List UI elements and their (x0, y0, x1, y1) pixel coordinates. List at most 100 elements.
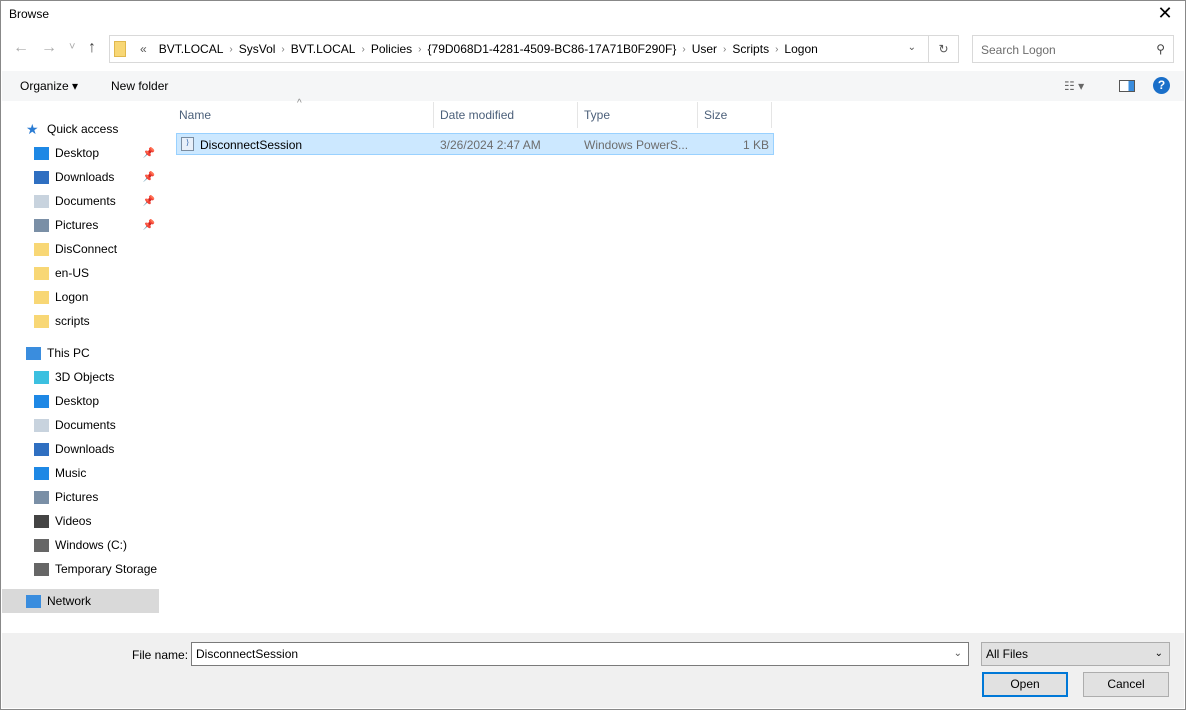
sidebar-item-label: Pictures (55, 218, 99, 232)
sidebar-item-label: DisConnect (55, 242, 118, 256)
sidebar-item-label: Temporary Storage (55, 562, 158, 576)
sidebar-item-label: scripts (55, 314, 90, 328)
pictures-icon (34, 490, 49, 504)
file-name-input[interactable]: DisconnectSession ⌄ (191, 642, 969, 666)
file-name: DisconnectSession (200, 138, 303, 152)
preview-pane-button[interactable] (1119, 80, 1135, 92)
breadcrumb-item[interactable]: Logon (784, 42, 817, 56)
sidebar-item-music[interactable]: Music (2, 461, 159, 485)
up-button[interactable]: ↑ (88, 39, 96, 57)
sidebar-item-desktop[interactable]: Desktop 📌 (2, 141, 159, 165)
document-icon (34, 194, 49, 208)
file-type-select[interactable]: All Files ⌄ (981, 642, 1170, 666)
sidebar-item-label: Pictures (55, 490, 99, 504)
search-input[interactable]: Search Logon ⚲ (972, 35, 1174, 63)
breadcrumb-item[interactable]: BVT.LOCAL (291, 42, 356, 56)
sidebar-item-pictures[interactable]: Pictures 📌 (2, 213, 159, 237)
breadcrumb-item[interactable]: {79D068D1-4281-4509-BC86-17A71B0F290F} (428, 42, 677, 56)
sidebar-item-label: Desktop (55, 146, 100, 160)
powershell-script-icon: ⟩ (181, 137, 194, 151)
recent-locations-button[interactable]: ˅ (69, 41, 75, 53)
pin-icon[interactable]: 📌 (143, 220, 155, 231)
new-folder-button[interactable]: New folder (111, 79, 168, 93)
back-button[interactable]: ← (13, 39, 29, 57)
sidebar-item-pictures[interactable]: Pictures (2, 485, 159, 509)
sidebar-item-scripts[interactable]: scripts (2, 309, 159, 333)
sidebar-item-quick-access[interactable]: ★ Quick access (2, 117, 159, 141)
browse-dialog: Browse ✕ ← → ˅ ↑ « BVT.LOCAL › SysVol › BVT.L… (0, 0, 1186, 710)
breadcrumb-item[interactable]: Policies (371, 42, 412, 56)
computer-icon (26, 346, 41, 360)
desktop-icon (34, 146, 49, 160)
close-button[interactable]: ✕ (1153, 3, 1177, 24)
sidebar-item-downloads[interactable]: Downloads 📌 (2, 165, 159, 189)
sidebar-item-logon[interactable]: Logon (2, 285, 159, 309)
breadcrumb-overflow[interactable]: « (140, 42, 147, 56)
sidebar-item-network[interactable]: Network (2, 589, 159, 613)
breadcrumb-item[interactable]: Scripts (732, 42, 769, 56)
sidebar-item-label: Documents (55, 418, 116, 432)
download-icon (34, 442, 49, 456)
sidebar-item-disconnect[interactable]: DisConnect (2, 237, 159, 261)
column-size[interactable]: Size (698, 102, 772, 128)
help-button[interactable]: ? (1153, 77, 1170, 94)
file-type: Windows PowerS... (584, 138, 689, 152)
column-name[interactable]: ^ Name (171, 98, 434, 128)
file-size: 1 KB (742, 138, 769, 152)
sidebar-item-desktop[interactable]: Desktop (2, 389, 159, 413)
view-options-button[interactable]: ☷ ▾ (1064, 79, 1084, 93)
file-name-label: File name: (132, 648, 189, 662)
video-icon (34, 514, 49, 528)
refresh-button[interactable]: ↻ (928, 36, 958, 62)
sidebar-item-label: Music (55, 466, 87, 480)
breadcrumb-separator-icon: › (229, 43, 233, 55)
sidebar-item-documents[interactable]: Documents (2, 413, 159, 437)
network-icon (26, 594, 41, 608)
organize-button[interactable]: Organize ▾ (20, 79, 78, 93)
breadcrumb-separator-icon: › (682, 43, 686, 55)
breadcrumb-separator-icon: › (281, 43, 285, 55)
sidebar-item-3d-objects[interactable]: 3D Objects (2, 365, 159, 389)
sidebar-item-temporary-storage[interactable]: Temporary Storage (2, 557, 159, 581)
address-bar[interactable]: « BVT.LOCAL › SysVol › BVT.LOCAL › Policies › {79… (109, 35, 959, 63)
breadcrumb-item[interactable]: SysVol (239, 42, 276, 56)
folder-icon (34, 266, 49, 280)
sidebar-item-downloads[interactable]: Downloads (2, 437, 159, 461)
sidebar-item-label: Downloads (55, 442, 115, 456)
chevron-down-icon: ⌄ (1154, 648, 1163, 659)
window-title: Browse (9, 7, 50, 21)
file-type-value: All Files (986, 647, 1029, 661)
chevron-down-icon[interactable]: ⌄ (908, 42, 916, 53)
navigation-bar: ← → ˅ ↑ « BVT.LOCAL › SysVol › BVT.LOCAL › Poli… (1, 35, 1185, 63)
forward-button[interactable]: → (41, 39, 57, 57)
column-type[interactable]: Type (578, 102, 698, 128)
sidebar-item-label: Desktop (55, 394, 100, 408)
cancel-button[interactable]: Cancel (1083, 672, 1169, 697)
folder-icon (34, 290, 49, 304)
sidebar-item-en-us[interactable]: en-US (2, 261, 159, 285)
chevron-down-icon[interactable]: ⌄ (954, 648, 962, 659)
breadcrumb-item[interactable]: User (692, 42, 717, 56)
pin-icon[interactable]: 📌 (143, 172, 155, 183)
column-label: Name (179, 108, 212, 122)
dialog-footer: File name: DisconnectSession ⌄ All Files ⌄… (2, 633, 1184, 708)
sidebar-item-this-pc[interactable]: This PC (2, 341, 159, 365)
pin-icon[interactable]: 📌 (143, 196, 155, 207)
sidebar-item-videos[interactable]: Videos (2, 509, 159, 533)
sidebar-item-label: Downloads (55, 170, 115, 184)
sidebar-item-documents[interactable]: Documents 📌 (2, 189, 159, 213)
pin-icon[interactable]: 📌 (143, 148, 155, 159)
navigation-pane: ★ Quick access Desktop 📌 Downloads 📌 Documents… (2, 113, 159, 633)
sidebar-item-windows-c[interactable]: Windows (C:) (2, 533, 159, 557)
breadcrumb-separator-icon: › (723, 43, 727, 55)
toolbar: Organize ▾ New folder ☷ ▾ ? (2, 71, 1184, 101)
sidebar-item-label: Logon (55, 290, 89, 304)
star-icon: ★ (26, 120, 39, 137)
sidebar-item-label: Documents (55, 194, 116, 208)
cube-icon (34, 370, 49, 384)
file-row[interactable]: ⟩ DisconnectSession 3/26/2024 2:47 AM Wi… (176, 133, 774, 155)
breadcrumb-item[interactable]: BVT.LOCAL (159, 42, 224, 56)
download-icon (34, 170, 49, 184)
column-date-modified[interactable]: Date modified (434, 102, 578, 128)
open-button[interactable]: Open (982, 672, 1068, 697)
